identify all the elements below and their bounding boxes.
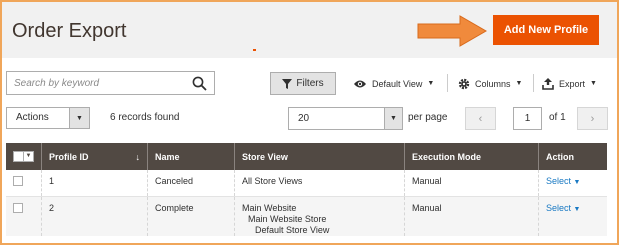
execution-mode-cell: Manual bbox=[404, 170, 539, 197]
toolbar-divider bbox=[447, 74, 448, 92]
chevron-right-icon: › bbox=[590, 112, 595, 125]
actions-label: Actions bbox=[16, 112, 49, 123]
chevron-down-icon: ▼ bbox=[573, 179, 581, 186]
search-box bbox=[6, 71, 215, 95]
page-total-label: of 1 bbox=[549, 112, 566, 123]
columns-label: Columns bbox=[475, 78, 511, 89]
funnel-icon bbox=[282, 78, 293, 89]
sort-arrow-icon: ↓ bbox=[135, 151, 141, 162]
toolbar-divider bbox=[533, 74, 534, 92]
chevron-left-icon: ‹ bbox=[478, 112, 483, 125]
chevron-down-icon: ▼ bbox=[69, 108, 89, 128]
action-cell: Select ▼ bbox=[538, 170, 607, 197]
default-view-dropdown[interactable]: Default View ▼ bbox=[353, 72, 434, 95]
accent-mark bbox=[253, 49, 256, 51]
eye-icon bbox=[354, 80, 366, 87]
per-page-value: 20 bbox=[298, 113, 310, 124]
columns-dropdown[interactable]: Columns ▼ bbox=[458, 72, 522, 95]
chevron-down-icon: ▼ bbox=[515, 80, 523, 87]
row-checkbox[interactable] bbox=[13, 176, 23, 186]
name-cell: Canceled bbox=[147, 170, 235, 197]
execution-mode-cell: Manual bbox=[404, 196, 539, 236]
per-page-select[interactable]: 20 ▼ bbox=[288, 107, 403, 130]
row-checkbox[interactable] bbox=[13, 202, 23, 213]
export-label: Export bbox=[559, 78, 586, 89]
store-view-cell: All Store Views bbox=[234, 170, 405, 197]
profile-id-cell: 2 bbox=[41, 196, 148, 236]
page-header: Order Export Add New Profile bbox=[2, 2, 617, 58]
mass-select-checkbox[interactable]: ▼ bbox=[13, 150, 34, 162]
row-checkbox-cell bbox=[6, 170, 42, 197]
table-header-row: ▼ Profile ID ↓ Name Store View Execution… bbox=[6, 143, 607, 170]
export-dropdown[interactable]: Export ▼ bbox=[542, 72, 597, 95]
profiles-table: ▼ Profile ID ↓ Name Store View Execution… bbox=[6, 143, 607, 236]
name-cell: Complete bbox=[147, 196, 235, 236]
search-icon[interactable] bbox=[192, 76, 207, 91]
column-header-profile-id[interactable]: Profile ID ↓ bbox=[41, 143, 148, 170]
chevron-down-icon: ▼ bbox=[573, 205, 581, 213]
column-header-execution-mode[interactable]: Execution Mode bbox=[404, 143, 539, 170]
chevron-down-icon: ▼ bbox=[384, 108, 402, 129]
column-header-name[interactable]: Name bbox=[147, 143, 235, 170]
arrow-right-icon bbox=[417, 15, 488, 47]
chevron-down-icon: ▼ bbox=[590, 80, 597, 87]
export-icon bbox=[542, 77, 554, 90]
gear-icon bbox=[458, 78, 470, 89]
profile-id-cell: 1 bbox=[41, 170, 148, 197]
previous-page-button[interactable]: ‹ bbox=[465, 107, 496, 130]
page-title: Order Export bbox=[12, 20, 127, 42]
chevron-down-icon: ▼ bbox=[427, 80, 435, 87]
records-count: 6 records found bbox=[110, 112, 180, 123]
select-action-link[interactable]: Select ▼ bbox=[546, 176, 580, 186]
per-page-label: per page bbox=[408, 112, 448, 123]
row-checkbox-cell bbox=[6, 196, 42, 236]
website-label: Main Website bbox=[242, 202, 297, 213]
table-row: 1 Canceled All Store Views Manual Select… bbox=[6, 170, 607, 197]
select-all-column: ▼ bbox=[6, 143, 42, 170]
action-cell: Select ▼ bbox=[538, 196, 607, 236]
store-view-label: Default Store View bbox=[255, 224, 330, 235]
store-view-cell: Main Website Main Website Store Default … bbox=[234, 196, 405, 236]
select-action-link[interactable]: Select ▼ bbox=[546, 203, 580, 213]
table-row: 2 Complete Main Website Main Website Sto… bbox=[6, 196, 607, 236]
page-number-input[interactable]: 1 bbox=[513, 107, 542, 130]
filters-button[interactable]: Filters bbox=[270, 72, 336, 95]
column-header-store-view[interactable]: Store View bbox=[234, 143, 405, 170]
next-page-button[interactable]: › bbox=[577, 107, 608, 130]
default-view-label: Default View bbox=[372, 78, 423, 89]
store-label: Main Website Store bbox=[248, 213, 327, 224]
actions-dropdown[interactable]: Actions ▼ bbox=[6, 107, 90, 129]
add-new-profile-button[interactable]: Add New Profile bbox=[493, 15, 599, 45]
filters-label: Filters bbox=[296, 78, 324, 89]
column-header-action: Action bbox=[538, 143, 607, 170]
search-input[interactable] bbox=[7, 72, 182, 94]
